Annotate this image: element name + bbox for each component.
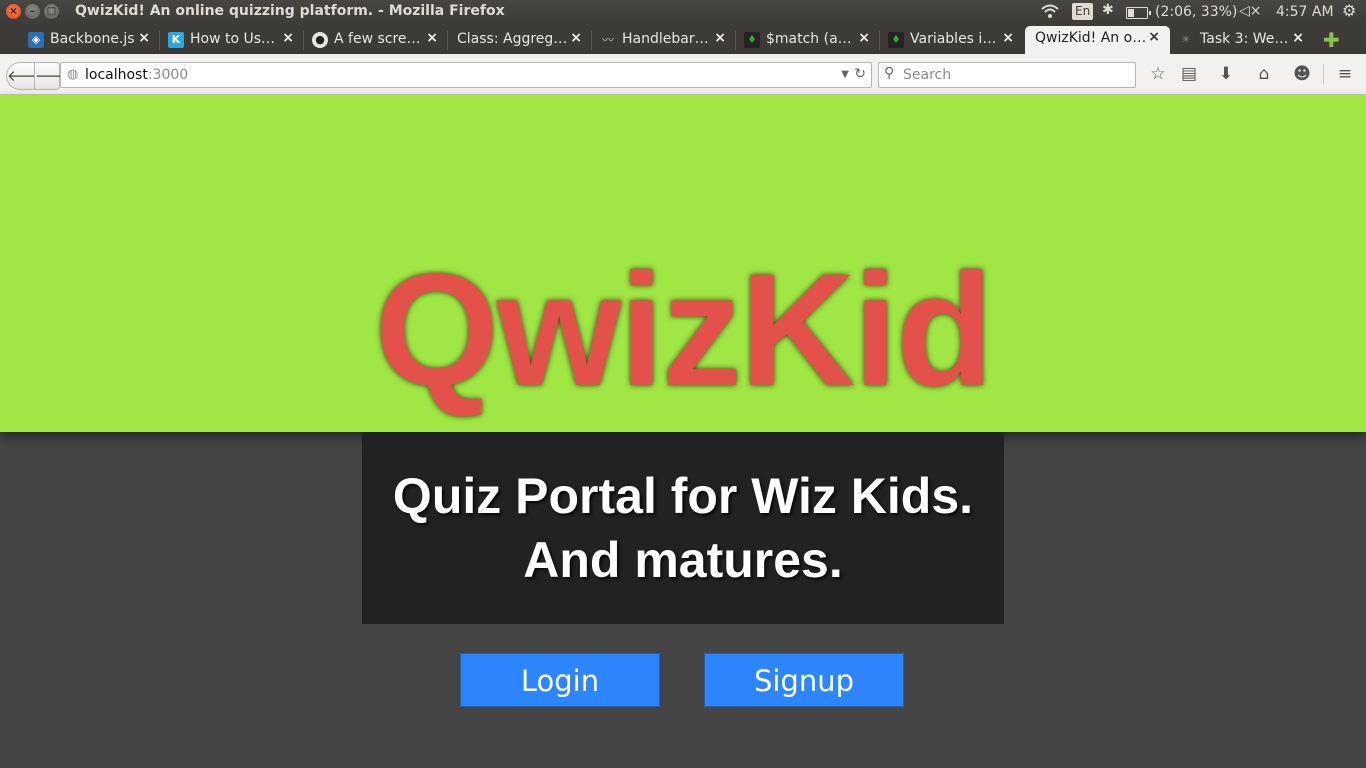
search-icon: ⚲ (884, 65, 895, 81)
tab-task-3[interactable]: ✳ Task 3: We… × (1170, 27, 1314, 54)
tab-title: Handlebar… (622, 31, 709, 47)
reading-list-icon[interactable]: ▤ (1177, 63, 1201, 85)
window-maximize-button[interactable]: □ (44, 4, 59, 19)
tab-close-icon[interactable]: × (426, 30, 438, 46)
home-icon[interactable]: ⌂ (1252, 63, 1276, 85)
tab-variables[interactable]: ♦ Variables i… × (880, 27, 1024, 54)
url-host: localhost (85, 67, 148, 83)
gear-icon[interactable]: ⚙ (1342, 1, 1356, 20)
bluetooth-icon[interactable]: ✱ (1102, 2, 1114, 18)
window-minimize-button[interactable]: – (25, 4, 40, 19)
tab-close-icon[interactable]: × (282, 30, 294, 46)
tagline-line-1: Quiz Portal for Wiz Kids. (392, 468, 974, 524)
tab-close-icon[interactable]: × (858, 30, 870, 46)
tagline: Quiz Portal for Wiz Kids. And matures. (362, 464, 1004, 592)
tab-title: How to Us… (190, 31, 276, 47)
tab-close-icon[interactable]: × (570, 30, 582, 46)
chat-smiley-icon[interactable]: ☻ (1290, 63, 1314, 85)
tab-title: Task 3: We… (1200, 31, 1289, 47)
url-port: :3000 (147, 67, 189, 83)
hero-banner: QwizKid (0, 95, 1366, 432)
tab-title: A few scre… (334, 31, 421, 47)
download-arrow-icon[interactable]: ⬇ (1214, 63, 1238, 85)
spider-icon: ✳ (1181, 33, 1191, 46)
tab-handlebars[interactable]: 〰 Handlebar… × (592, 27, 736, 54)
tab-title: QwizKid! An o… (1035, 30, 1147, 46)
globe-icon: ◍ (67, 67, 79, 82)
tab-close-icon[interactable]: × (1292, 30, 1304, 46)
qwizkid-logo: QwizKid (374, 240, 993, 419)
tab-close-icon[interactable]: × (1148, 29, 1160, 45)
tab-class-aggregate[interactable]: Class: Aggreg… × (448, 27, 592, 54)
tab-close-icon[interactable]: × (714, 30, 726, 46)
wifi-icon[interactable] (1040, 2, 1060, 24)
tab-strip: ◈ Backbone.js × K How to Us… × ● A few s… (0, 25, 1366, 54)
page-content: QwizKid Quiz Portal for Wiz Kids. And ma… (0, 95, 1366, 768)
menu-hamburger-icon[interactable]: ≡ (1333, 63, 1357, 85)
mongodb-leaf-icon: ♦ (744, 32, 760, 48)
back-arrow-icon[interactable]: 🡐 (6, 62, 47, 90)
tab-title: Backbone.js (50, 31, 135, 47)
keyboard-layout-indicator[interactable]: En (1072, 3, 1094, 20)
volume-muted-icon[interactable]: ◁× (1239, 3, 1262, 19)
navigation-toolbar: 🡐 🡒 ◍ localhost:3000 ▼ ↻ ⚲ ☆ ▤ ⬇ ⌂ ☻ ≡ (0, 54, 1366, 95)
reload-icon[interactable]: ↻ (854, 62, 866, 86)
tab-title: $match (a… (766, 31, 852, 47)
forward-arrow-icon[interactable]: 🡒 (34, 62, 75, 90)
window-close-button[interactable]: × (6, 4, 21, 19)
tab-title: Variables i… (910, 31, 997, 47)
tagline-line-2: And matures. (523, 532, 843, 588)
mustache-icon: 〰 (601, 33, 614, 47)
window-titlebar: × – □ QwizKid! An online quizzing platfo… (0, 0, 1366, 25)
tab-backbone[interactable]: ◈ Backbone.js × (20, 27, 160, 54)
search-bar[interactable]: ⚲ (878, 62, 1136, 88)
tab-close-icon[interactable]: × (1002, 30, 1014, 46)
url-text[interactable]: localhost:3000 (85, 63, 188, 87)
backbone-icon: ◈ (28, 32, 44, 48)
tab-github[interactable]: ● A few scre… × (304, 27, 448, 54)
window-title: QwizKid! An online quizzing platform. - … (75, 3, 505, 19)
tab-title: Class: Aggreg… (457, 31, 568, 47)
new-tab-plus-icon[interactable]: ✚ (1323, 28, 1340, 52)
github-icon: ● (312, 32, 328, 48)
signup-button[interactable]: Signup (704, 653, 904, 707)
battery-icon[interactable] (1126, 7, 1151, 19)
mongodb-leaf-icon: ♦ (888, 32, 904, 48)
clock[interactable]: 4:57 AM (1276, 4, 1334, 20)
search-input[interactable] (901, 65, 1125, 85)
tab-how-to-use[interactable]: K How to Us… × (160, 27, 304, 54)
tab-match[interactable]: ♦ $match (a… × (736, 27, 880, 54)
tagline-panel: Quiz Portal for Wiz Kids. And matures. (362, 432, 1004, 624)
bookmark-star-icon[interactable]: ☆ (1146, 63, 1170, 85)
tab-close-icon[interactable]: × (138, 30, 150, 46)
address-bar[interactable]: ◍ localhost:3000 ▼ ↻ (60, 62, 872, 88)
tab-qwizkid-active[interactable]: QwizKid! An o… × (1025, 26, 1170, 54)
url-dropdown-icon[interactable]: ▼ (841, 63, 849, 87)
k-icon: K (168, 32, 184, 48)
login-button[interactable]: Login (460, 653, 660, 707)
battery-status[interactable]: (2:06, 33%) (1155, 4, 1237, 20)
